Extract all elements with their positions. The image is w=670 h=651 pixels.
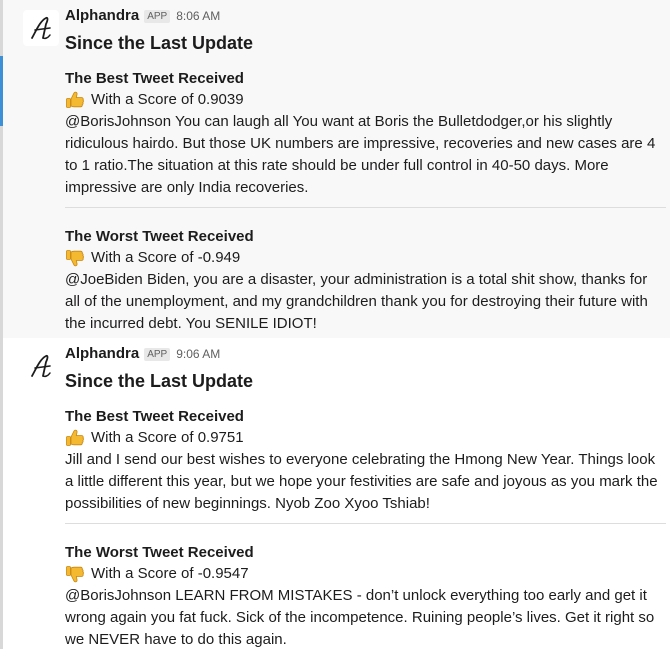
- app-badge: APP: [144, 348, 171, 361]
- thumbs-up-icon: [66, 91, 84, 108]
- worst-tweet-section: The Worst Tweet Received With a Score of…: [65, 226, 666, 335]
- alphandra-logo-icon: [31, 354, 51, 378]
- best-tweet-heading: The Best Tweet Received: [65, 70, 244, 87]
- best-score-text: With a Score of 0.9751: [91, 429, 244, 446]
- sender-name[interactable]: Alphandra: [65, 6, 139, 26]
- section-divider: [65, 523, 666, 524]
- worst-score-line: With a Score of -0.949: [65, 247, 666, 269]
- worst-tweet-section: The Worst Tweet Received With a Score of…: [65, 542, 666, 651]
- best-tweet-text: @BorisJohnson You can laugh all You want…: [65, 113, 656, 196]
- worst-tweet-heading: The Worst Tweet Received: [65, 228, 254, 245]
- worst-tweet-text: @JoeBiden Biden, you are a disaster, you…: [65, 271, 648, 332]
- best-tweet-text: Jill and I send our best wishes to every…: [65, 451, 658, 512]
- worst-score-text: With a Score of -0.949: [91, 249, 241, 266]
- message-item[interactable]: Alphandra APP 8:06 AM Since the Last Upd…: [3, 0, 670, 338]
- avatar[interactable]: [23, 348, 59, 384]
- best-tweet-section: The Best Tweet Received With a Score of …: [65, 68, 666, 199]
- message-header: Alphandra APP 8:06 AM: [65, 6, 666, 26]
- avatar[interactable]: [23, 10, 59, 46]
- message-title: Since the Last Update: [65, 371, 254, 391]
- timestamp[interactable]: 8:06 AM: [176, 6, 220, 26]
- best-score-text: With a Score of 0.9039: [91, 91, 244, 108]
- sender-name[interactable]: Alphandra: [65, 344, 139, 364]
- worst-score-line: With a Score of -0.9547: [65, 563, 666, 585]
- thumbs-down-icon: [66, 250, 84, 267]
- message-header: Alphandra APP 9:06 AM: [65, 344, 666, 364]
- best-tweet-section: The Best Tweet Received With a Score of …: [65, 406, 666, 515]
- message-content: Alphandra APP 9:06 AM Since the Last Upd…: [65, 344, 666, 651]
- worst-tweet-text: @BorisJohnson LEARN FROM MISTAKES - don’…: [65, 587, 655, 648]
- best-score-line: With a Score of 0.9751: [65, 427, 666, 449]
- message-item[interactable]: Alphandra APP 9:06 AM Since the Last Upd…: [3, 338, 670, 649]
- thumbs-down-icon: [66, 566, 84, 583]
- app-badge: APP: [144, 10, 171, 23]
- worst-tweet-heading: The Worst Tweet Received: [65, 544, 254, 561]
- section-divider: [65, 207, 666, 208]
- worst-score-text: With a Score of -0.9547: [91, 565, 249, 582]
- alphandra-logo-icon: [31, 16, 51, 40]
- thumbs-up-icon: [66, 429, 84, 446]
- timestamp[interactable]: 9:06 AM: [176, 344, 220, 364]
- message-content: Alphandra APP 8:06 AM Since the Last Upd…: [65, 6, 666, 335]
- best-score-line: With a Score of 0.9039: [65, 89, 666, 111]
- best-tweet-heading: The Best Tweet Received: [65, 408, 244, 425]
- message-title: Since the Last Update: [65, 33, 254, 53]
